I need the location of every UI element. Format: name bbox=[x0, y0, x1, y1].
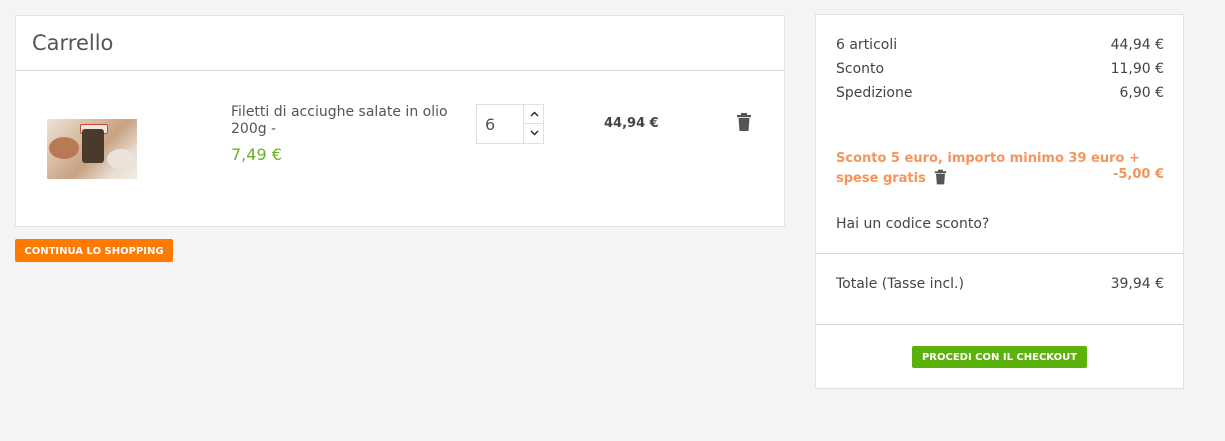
cart-panel: Carrello Filetti di acciughe salate in o… bbox=[15, 15, 785, 227]
summary-value: 6,90 € bbox=[1119, 85, 1164, 101]
cart-title: Carrello bbox=[16, 16, 784, 71]
divider bbox=[816, 324, 1183, 325]
order-summary-panel: 6 articoli 44,94 € Sconto 11,90 € Spediz… bbox=[815, 14, 1184, 389]
total-value: 39,94 € bbox=[1110, 276, 1164, 292]
quantity-input[interactable] bbox=[477, 105, 523, 143]
summary-label: 6 articoli bbox=[836, 37, 898, 53]
total-label: Totale (Tasse incl.) bbox=[836, 276, 964, 292]
trash-icon[interactable] bbox=[934, 169, 947, 185]
summary-label: Spedizione bbox=[836, 85, 913, 101]
promo-value: -5,00 € bbox=[1112, 167, 1164, 182]
divider bbox=[816, 253, 1183, 254]
discount-code-link[interactable]: Hai un codice sconto? bbox=[836, 216, 989, 232]
chevron-down-icon[interactable] bbox=[523, 124, 544, 143]
summary-row-discount: Sconto 11,90 € bbox=[836, 61, 1164, 77]
product-image[interactable] bbox=[47, 119, 137, 179]
product-name-link[interactable]: Filetti di acciughe salate in olio 200g … bbox=[231, 104, 466, 138]
line-total: 44,94 € bbox=[604, 116, 659, 131]
trash-icon[interactable] bbox=[736, 113, 752, 131]
summary-row-shipping: Spedizione 6,90 € bbox=[836, 85, 1164, 101]
summary-label: Sconto bbox=[836, 61, 885, 77]
checkout-button[interactable]: PROCEDI CON IL CHECKOUT bbox=[912, 346, 1087, 368]
summary-value: 44,94 € bbox=[1110, 37, 1164, 53]
summary-value: 11,90 € bbox=[1110, 61, 1164, 77]
promo-label-line2: spese gratis bbox=[836, 171, 926, 186]
summary-row-items: 6 articoli 44,94 € bbox=[836, 37, 1164, 53]
continue-shopping-button[interactable]: CONTINUA LO SHOPPING bbox=[15, 239, 173, 262]
summary-row-total: Totale (Tasse incl.) 39,94 € bbox=[836, 276, 1164, 292]
chevron-up-icon[interactable] bbox=[523, 105, 544, 124]
product-unit-price: 7,49 € bbox=[231, 145, 282, 164]
quantity-stepper bbox=[476, 104, 544, 144]
applied-promo: Sconto 5 euro, importo minimo 39 euro + … bbox=[836, 149, 1164, 189]
